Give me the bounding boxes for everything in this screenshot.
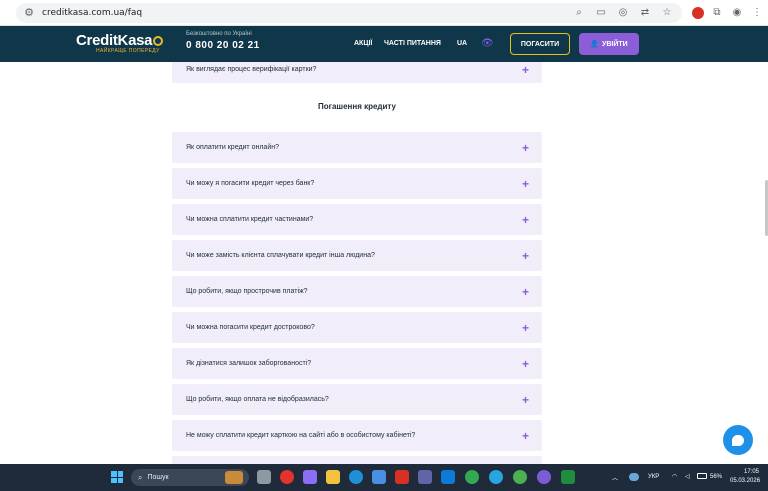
login-button[interactable]: 👤 УВІЙТИ — [579, 33, 639, 55]
address-bar[interactable]: ⚙ creditkasa.com.ua/faq ⌕ ▭ ◎ ⇄ ☆ — [16, 2, 682, 23]
clock-time[interactable]: 17:05 — [744, 469, 759, 475]
faq-item[interactable]: Як оплатити кредит онлайн? + — [172, 132, 542, 163]
faq-item[interactable]: Чи може замість клієнта сплачувати креди… — [172, 240, 542, 271]
plus-icon[interactable]: + — [522, 358, 529, 370]
taskbar-search[interactable]: ⌕ Пошук — [131, 469, 249, 486]
logo[interactable]: CreditKasa НАЙКРАЩЕ ПОПЕРЕДУ — [76, 32, 164, 54]
faq-item[interactable]: Як дізнатися залишок заборгованості? + — [172, 348, 542, 379]
more-icon[interactable]: ⋮ — [750, 6, 764, 20]
plus-icon[interactable]: + — [522, 286, 529, 298]
cast-icon[interactable]: ▭ — [594, 6, 608, 20]
battery-icon[interactable] — [697, 473, 707, 479]
faq-content: Як виглядає процес верифікації картки? +… — [0, 62, 768, 464]
chrome-icon[interactable] — [465, 470, 479, 484]
section-title: Погашення кредиту — [318, 102, 396, 111]
faq-question: Не можу сплатити кредит карткою на сайті… — [186, 432, 416, 439]
faq-question: Чи можна погасити кредит достроково? — [186, 324, 315, 331]
plus-icon[interactable]: + — [522, 64, 529, 76]
profile-icon[interactable]: ◉ — [730, 6, 744, 20]
chat-bubble-icon — [732, 434, 744, 446]
dropbox-icon[interactable] — [441, 470, 455, 484]
browser-toolbar: ⚙ creditkasa.com.ua/faq ⌕ ▭ ◎ ⇄ ☆ ⧉ ◉ ⋮ — [0, 0, 768, 26]
star-icon[interactable]: ☆ — [660, 6, 674, 20]
chat-button[interactable] — [723, 425, 753, 455]
edge-icon[interactable] — [349, 470, 363, 484]
windows-start-icon[interactable] — [111, 471, 123, 483]
search-icon[interactable]: ⌕ — [572, 6, 586, 20]
tray-expand-icon[interactable]: ︿ — [612, 473, 618, 482]
user-icon: 👤 — [590, 41, 599, 48]
opera-icon[interactable] — [280, 470, 294, 484]
faq-question: Як оплатити кредит онлайн? — [186, 144, 279, 151]
phone-block: Безкоштовно по Україні 0 800 20 02 21 — [186, 31, 260, 51]
phone-number[interactable]: 0 800 20 02 21 — [186, 40, 260, 51]
menu-language[interactable]: UA — [457, 40, 467, 47]
battery-percent: 56% — [710, 474, 723, 480]
menu-promotions[interactable]: АКЦІЇ — [354, 40, 372, 47]
faq-question: Чи може замість клієнта сплачувати креди… — [186, 252, 375, 259]
phone-caption: Безкоштовно по Україні — [186, 31, 252, 37]
volume-icon[interactable]: ◁ — [685, 473, 690, 480]
extension-icon[interactable] — [692, 6, 704, 19]
clock-date[interactable]: 05.03.2026 — [730, 478, 760, 484]
viber-icon[interactable] — [537, 470, 551, 484]
login-label: УВІЙТИ — [602, 40, 628, 48]
teams-icon[interactable] — [418, 470, 432, 484]
faq-item-partial[interactable] — [172, 456, 542, 464]
puzzle-icon[interactable]: ⧉ — [710, 6, 724, 20]
faq-question: Як дізнатися залишок заборгованості? — [186, 360, 312, 367]
plus-icon[interactable]: + — [522, 250, 529, 262]
plus-icon[interactable]: + — [522, 178, 529, 190]
faq-item[interactable]: Не можу сплатити кредит карткою на сайті… — [172, 420, 542, 451]
plus-icon[interactable]: + — [522, 394, 529, 406]
search-highlight-image — [225, 471, 243, 484]
plus-icon[interactable]: + — [522, 322, 529, 334]
faq-question: Як виглядає процес верифікації картки? — [186, 66, 317, 73]
windows-taskbar: ⌕ Пошук ︿ УКР ◠ ◁ 56% 17:05 05.03.2026 — [0, 464, 768, 491]
plus-icon[interactable]: + — [522, 430, 529, 442]
site-settings-icon[interactable]: ⚙ — [22, 6, 36, 20]
file-explorer-icon[interactable] — [326, 470, 340, 484]
faq-item[interactable]: Що робити, якщо прострочив платіж? + — [172, 276, 542, 307]
store-icon[interactable] — [372, 470, 386, 484]
plus-icon[interactable]: + — [522, 142, 529, 154]
menu-faq[interactable]: ЧАСТІ ПИТАННЯ — [384, 40, 441, 47]
extensions-area: ⧉ ◉ ⋮ — [692, 6, 764, 20]
accessibility-eye-icon[interactable]: 👁 — [481, 38, 494, 49]
wifi-icon[interactable]: ◠ — [672, 473, 677, 480]
faq-question: Чи можу я погасити кредит через банк? — [186, 180, 315, 187]
faq-item[interactable]: Чи можна погасити кредит достроково? + — [172, 312, 542, 343]
logo-mark-icon — [153, 36, 164, 46]
faq-item[interactable]: Чи можу я погасити кредит через банк? + — [172, 168, 542, 199]
faq-item[interactable]: Чи можна сплатити кредит частинами? + — [172, 204, 542, 235]
pay-button[interactable]: ПОГАСИТИ — [510, 33, 570, 55]
excel-icon[interactable] — [561, 470, 575, 484]
app-l-icon[interactable] — [395, 470, 409, 484]
weather-icon[interactable] — [629, 473, 639, 481]
logo-kasa: Kasa — [117, 32, 153, 49]
faq-question: Чи можна сплатити кредит частинами? — [186, 216, 314, 223]
url-text[interactable]: creditkasa.com.ua/faq — [42, 8, 142, 18]
taskbar-search-label: Пошук — [147, 474, 169, 481]
logo-credit: Credit — [76, 32, 118, 49]
search-icon: ⌕ — [138, 472, 143, 482]
sync-icon[interactable] — [513, 470, 527, 484]
language-indicator[interactable]: УКР — [648, 474, 659, 480]
faq-item[interactable]: Як виглядає процес верифікації картки? + — [172, 62, 542, 83]
plus-icon[interactable]: + — [522, 214, 529, 226]
translate-icon[interactable]: ⇄ — [638, 6, 652, 20]
faq-item[interactable]: Що робити, якщо оплата не відобразилась?… — [172, 384, 542, 415]
scrollbar[interactable] — [762, 62, 768, 464]
site-header: CreditKasa НАЙКРАЩЕ ПОПЕРЕДУ Безкоштовно… — [0, 26, 768, 62]
faq-question: Що робити, якщо оплата не відобразилась? — [186, 396, 329, 403]
copilot-icon[interactable] — [303, 470, 317, 484]
telegram-icon[interactable] — [489, 470, 503, 484]
eye-off-icon[interactable]: ◎ — [616, 6, 630, 20]
faq-question: Що робити, якщо прострочив платіж? — [186, 288, 308, 295]
task-view-icon[interactable] — [257, 470, 271, 484]
